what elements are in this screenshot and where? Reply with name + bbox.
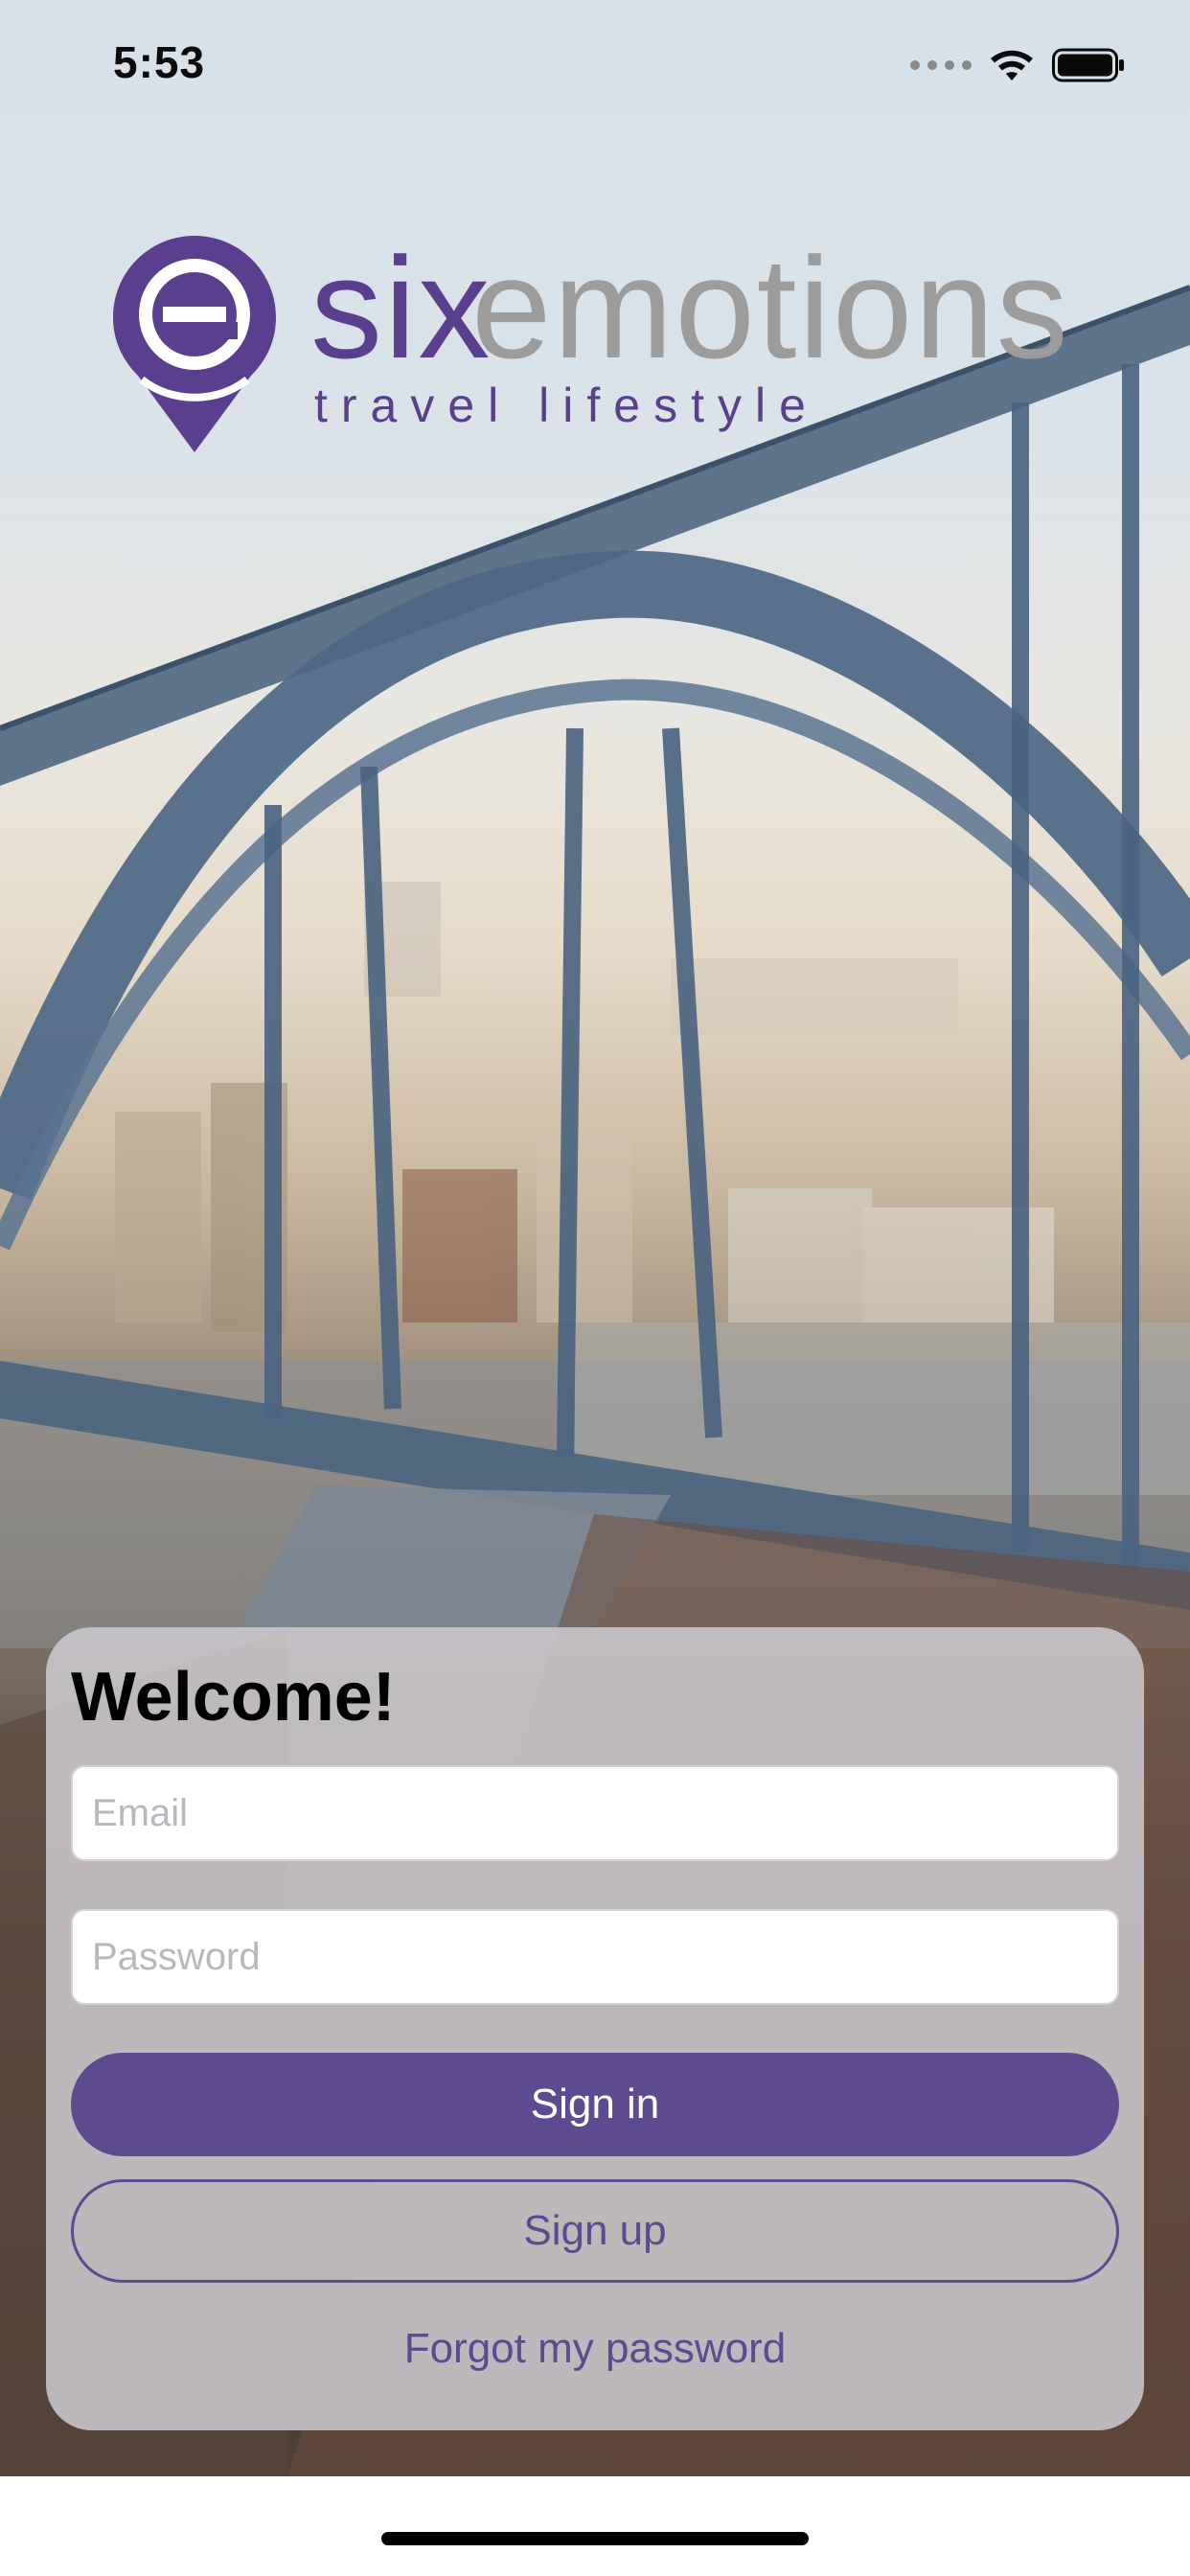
home-indicator[interactable]	[381, 2532, 809, 2545]
wifi-icon	[991, 50, 1033, 80]
brand-name-six: six	[310, 227, 492, 388]
login-card: Welcome! Sign in Sign up Forgot my passw…	[46, 1627, 1144, 2430]
brand-name-emotions: emotions	[471, 227, 1070, 388]
status-bar: 5:53	[0, 0, 1190, 126]
battery-icon	[1052, 48, 1124, 82]
brand-logo: six emotions travel lifestyle	[113, 236, 1071, 456]
sign-in-button[interactable]: Sign in	[71, 2053, 1119, 2156]
welcome-heading: Welcome!	[71, 1659, 396, 1736]
location-pin-logo-icon	[113, 236, 276, 452]
password-field[interactable]	[71, 1909, 1119, 2005]
forgot-password-link[interactable]: Forgot my password	[46, 2325, 1144, 2373]
email-field[interactable]	[71, 1765, 1119, 1861]
brand-tagline: travel lifestyle	[314, 379, 819, 432]
sign-up-button[interactable]: Sign up	[71, 2179, 1119, 2283]
status-icons	[910, 42, 1125, 88]
status-time: 5:53	[113, 37, 206, 87]
signal-icon	[910, 60, 972, 70]
